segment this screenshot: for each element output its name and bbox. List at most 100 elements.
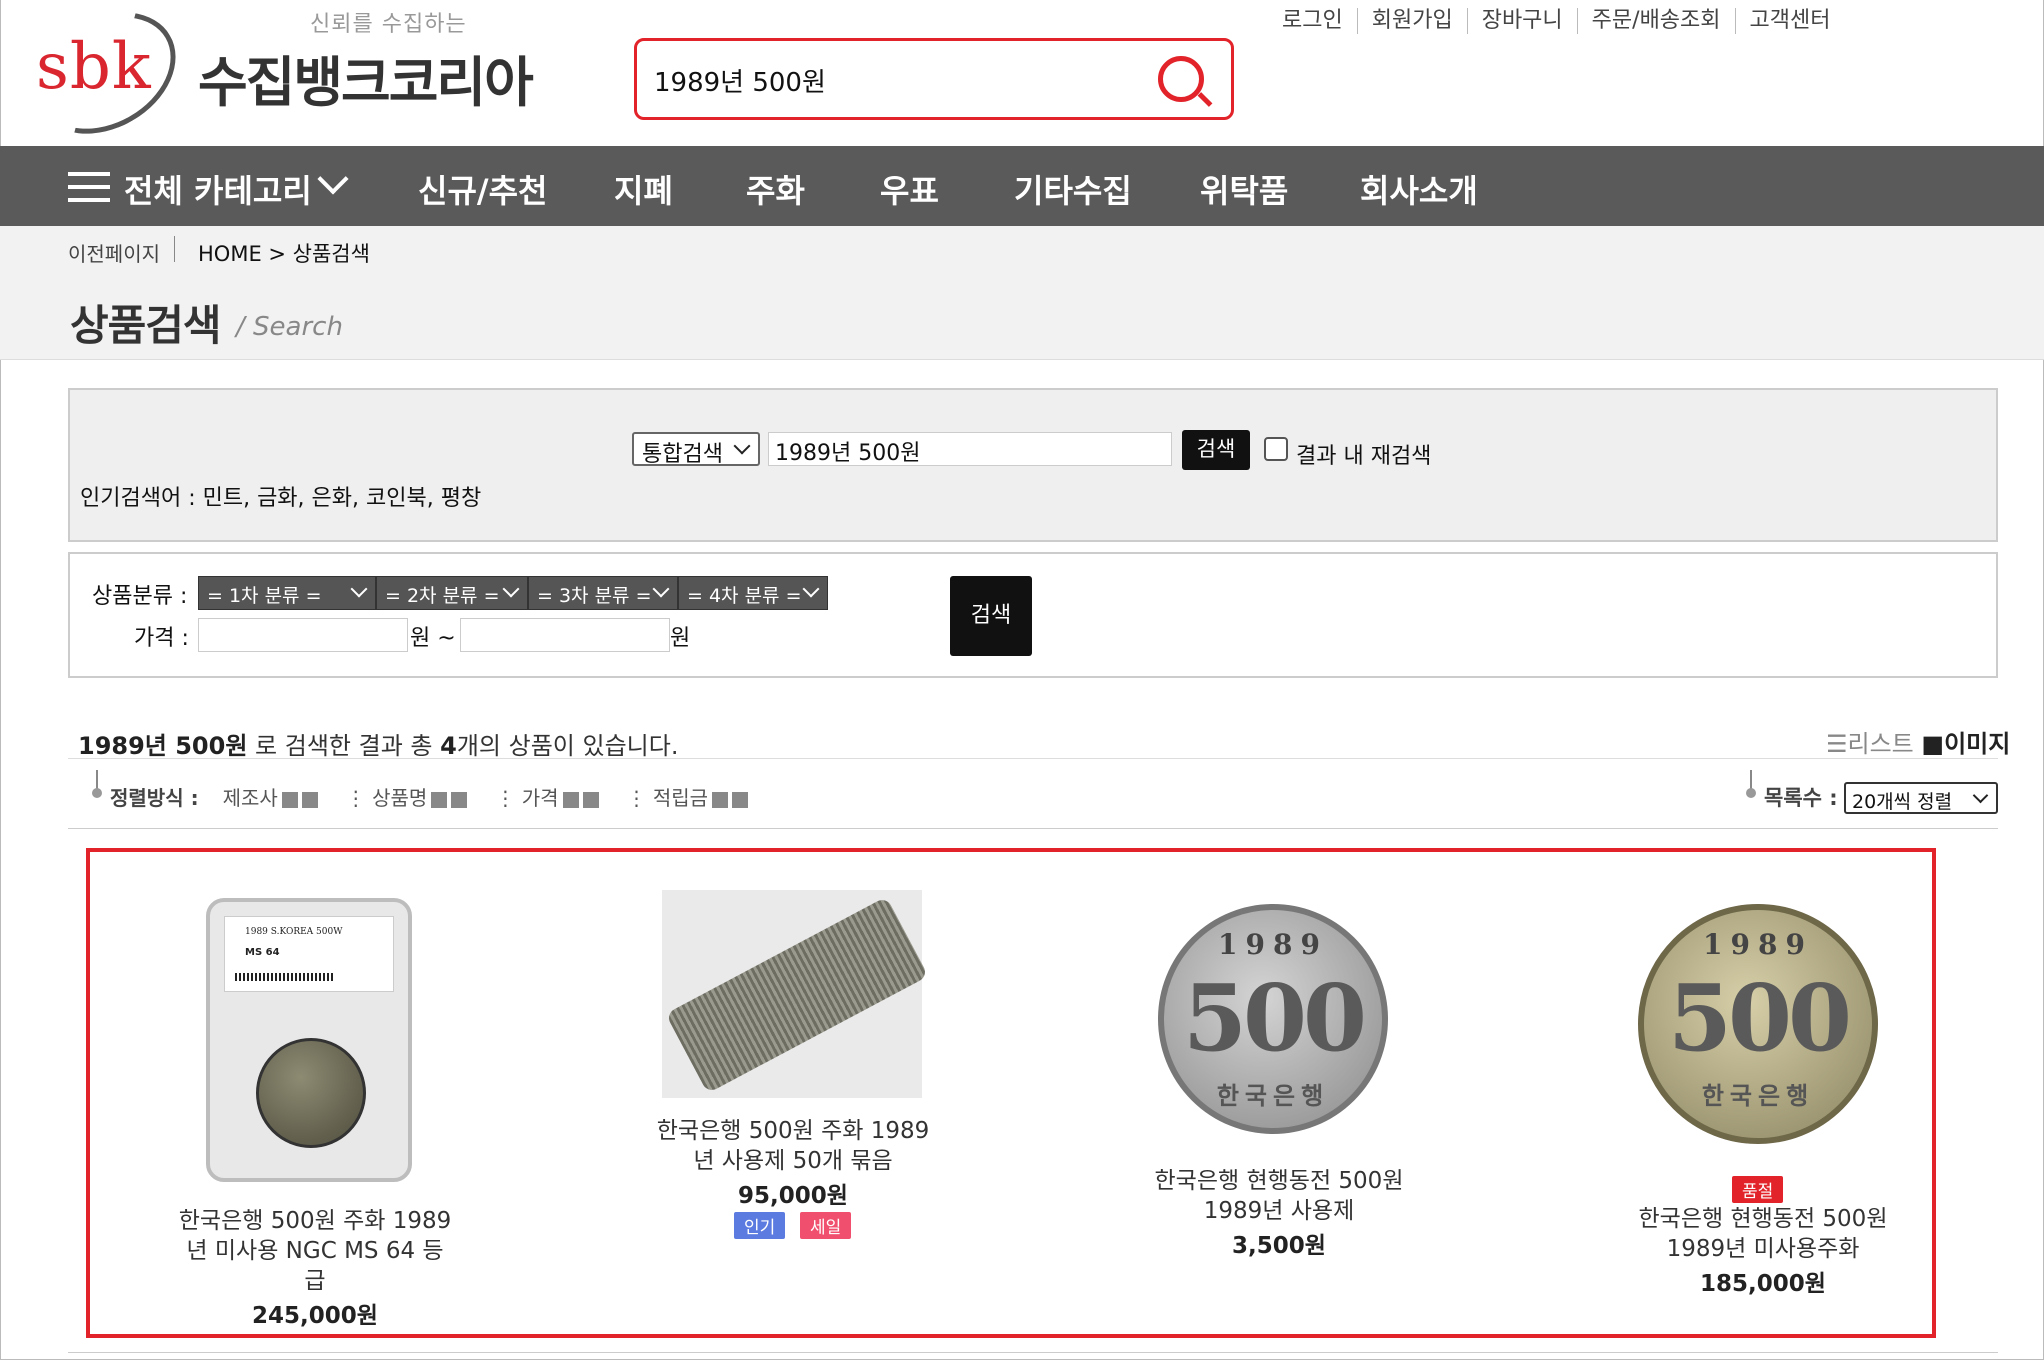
sort-points-label: 적립금	[652, 786, 709, 810]
product-name-2-line1: 한국은행 500원 주화 1989	[656, 1118, 930, 1144]
category-label: 상품분류 :	[92, 584, 188, 609]
sort-points[interactable]: ⋮ 적립금	[627, 782, 749, 811]
badge-soldout: 품절	[1732, 1176, 1784, 1203]
chevron-down-icon	[802, 580, 820, 598]
list-count-label: 목록수 :	[1764, 786, 1838, 810]
coin-roll-image	[665, 896, 929, 1094]
search-query-input[interactable]: 1989년 500원	[768, 432, 1172, 466]
category-select-3-value: = 3차 분류 =	[537, 585, 652, 607]
signup-link[interactable]: 회원가입	[1356, 8, 1467, 34]
result-summary: 1989년 500원 로 검색한 결과 총 4개의 상품이 있습니다.	[78, 726, 678, 761]
logo-tagline: 신뢰를 수집하는	[310, 12, 467, 37]
search-button[interactable]: 검색	[1182, 430, 1250, 470]
barcode-icon	[235, 973, 335, 981]
search-icon[interactable]	[1158, 56, 1204, 102]
badge-popular: 인기	[734, 1212, 786, 1239]
view-mode-toggle: ☰리스트 ■이미지	[1826, 724, 2010, 759]
price-min-unit: 원 ~	[410, 626, 456, 651]
badge-sale: 세일	[800, 1212, 852, 1239]
sort-arrows-icon	[562, 791, 579, 808]
view-image-button[interactable]: ■이미지	[1921, 730, 2010, 758]
page-title: 상품검색	[70, 301, 222, 350]
divider	[68, 758, 1998, 759]
price-min-input[interactable]	[198, 618, 408, 652]
popular-keywords: 인기검색어 : 민트, 금화, 은화, 코인북, 평창	[80, 486, 482, 511]
nav-item-coins[interactable]: 주화	[746, 166, 805, 212]
chevron-down-icon	[733, 437, 751, 455]
nav-all-categories[interactable]: 전체 카테고리	[124, 166, 312, 212]
filter-search-button[interactable]: 검색	[950, 576, 1032, 656]
view-list-button[interactable]: ☰리스트	[1826, 730, 1914, 758]
product-name-3[interactable]: 한국은행 현행동전 500원 1989년 사용제	[1114, 1166, 1444, 1226]
sort-arrows-icon	[732, 791, 749, 808]
sort-arrows-icon	[301, 791, 318, 808]
product-price-1: 245,000원	[252, 1303, 378, 1329]
product-price-3: 3,500원	[1232, 1233, 1326, 1259]
product-name-4[interactable]: 한국은행 현행동전 500원 1989년 미사용주화	[1598, 1204, 1928, 1264]
nav-item-new[interactable]: 신규/추천	[418, 166, 547, 212]
product-image-coin-roll[interactable]	[662, 890, 929, 1098]
customer-center-link[interactable]: 고객센터	[1734, 8, 1845, 34]
coin-value: 500	[1182, 964, 1367, 1072]
slab-label: 1989 S.KOREA 500W MS 64	[224, 916, 394, 992]
sort-label: 정렬방식 :	[110, 786, 199, 810]
category-select-3[interactable]: = 3차 분류 =	[528, 576, 678, 610]
product-price-4: 185,000원	[1700, 1271, 1826, 1297]
sort-arrows-icon	[281, 791, 298, 808]
logo-korean[interactable]: 수집뱅크코리아	[198, 38, 534, 117]
category-select-1[interactable]: = 1차 분류 =	[198, 576, 376, 610]
pin-icon	[92, 770, 102, 798]
nav-item-about[interactable]: 회사소개	[1360, 166, 1478, 212]
nav-item-other[interactable]: 기타수집	[1014, 166, 1132, 212]
list-count-select[interactable]: 20개씩 정렬	[1844, 782, 1998, 814]
prev-page-link[interactable]: 이전페이지	[68, 238, 160, 267]
search-scope-select[interactable]: 통합검색	[632, 432, 760, 467]
product-name-3-line1: 한국은행 현행동전 500원	[1154, 1168, 1404, 1194]
pin-icon	[1746, 770, 1756, 798]
list-count-value: 20개씩 정렬	[1852, 791, 1953, 813]
nav-item-stamps[interactable]: 우표	[880, 166, 939, 212]
cart-link[interactable]: 장바구니	[1466, 8, 1577, 34]
divider	[68, 1352, 1998, 1353]
research-checkbox[interactable]	[1264, 437, 1288, 461]
product-image-coin-uncirculated[interactable]: 1989 500 한국은행	[1638, 904, 1878, 1144]
product-name-2[interactable]: 한국은행 500원 주화 1989 년 사용제 50개 묶음	[628, 1116, 958, 1176]
category-select-1-value: = 1차 분류 =	[207, 585, 322, 607]
product-image-ngc-slab[interactable]: 1989 S.KOREA 500W MS 64	[206, 898, 412, 1182]
category-select-2-value: = 2차 분류 =	[385, 585, 500, 607]
breadcrumb-divider	[174, 236, 175, 262]
category-select-4[interactable]: = 4차 분류 =	[678, 576, 828, 610]
sort-manufacturer[interactable]: 제조사	[223, 782, 318, 811]
product-name-4-line1: 한국은행 현행동전 500원	[1638, 1206, 1888, 1232]
category-select-2[interactable]: = 2차 분류 =	[376, 576, 528, 610]
research-label[interactable]: 결과 내 재검색	[1296, 438, 1431, 470]
result-keyword: 1989년 500원	[78, 732, 248, 760]
nav-item-banknotes[interactable]: 지폐	[614, 166, 673, 212]
sort-price-label: 가격	[521, 786, 559, 810]
header-search-input[interactable]: 1989년 500원	[654, 62, 826, 99]
coin-year: 1989	[1703, 928, 1813, 961]
price-max-input[interactable]	[460, 618, 670, 652]
page-subtitle: / Search	[236, 312, 343, 342]
product-name-3-line2: 1989년 사용제	[1203, 1198, 1355, 1224]
product-name-1-line1: 한국은행 500원 주화 1989	[178, 1208, 452, 1234]
chevron-down-icon	[502, 580, 520, 598]
order-tracking-link[interactable]: 주문/배송조회	[1576, 8, 1735, 34]
chevron-down-icon	[350, 580, 368, 598]
product-name-1[interactable]: 한국은행 500원 주화 1989 년 미사용 NGC MS 64 등 급	[150, 1206, 480, 1296]
sort-name-label: 상품명	[372, 786, 428, 810]
breadcrumb[interactable]: HOME > 상품검색	[198, 238, 370, 268]
login-link[interactable]: 로그인	[1268, 8, 1357, 34]
coin-value: 500	[1667, 964, 1852, 1072]
product-image-coin-used[interactable]: 1989 500 한국은행	[1158, 904, 1388, 1134]
product-price-2: 95,000원	[738, 1183, 848, 1209]
sort-price[interactable]: ⋮ 가격	[495, 782, 599, 811]
result-count: 4	[440, 732, 457, 760]
hamburger-icon[interactable]	[68, 172, 110, 202]
coin-bank: 한국은행	[1701, 1081, 1815, 1110]
coin-image	[256, 1038, 366, 1148]
slab-grade: MS 64	[245, 947, 280, 958]
sort-name[interactable]: ⋮ 상품명	[346, 782, 468, 811]
logo-sbk[interactable]: sbk	[36, 30, 152, 104]
nav-item-consignment[interactable]: 위탁품	[1200, 166, 1288, 212]
